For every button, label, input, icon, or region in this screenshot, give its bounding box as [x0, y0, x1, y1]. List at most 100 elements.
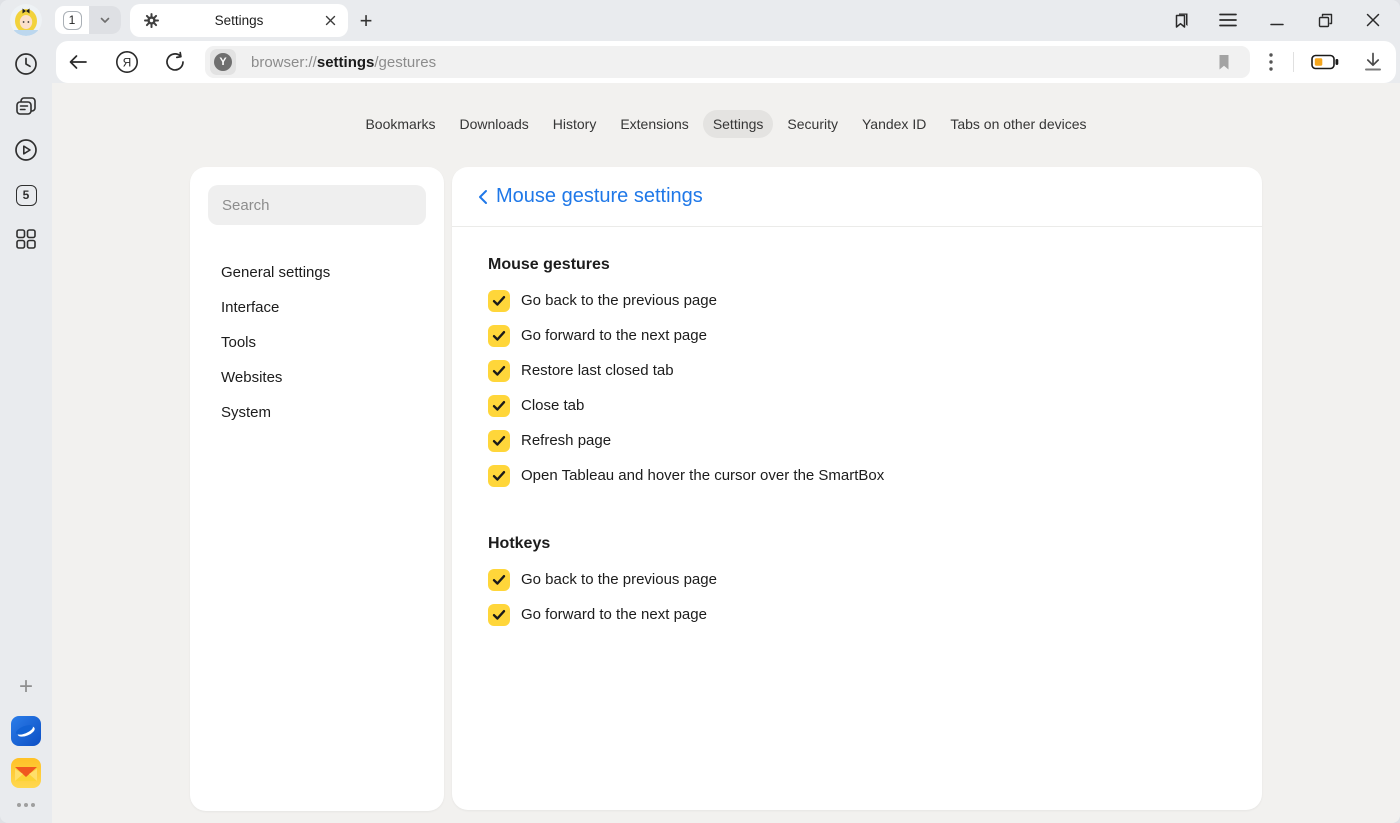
restore-icon: [1318, 13, 1333, 28]
active-tab[interactable]: Settings: [130, 4, 348, 37]
checkbox-label: Close tab: [521, 397, 584, 414]
extensions-kebab-button[interactable]: [1259, 50, 1283, 74]
gesture-settings-body: Mouse gestures Go back to the previous p…: [452, 256, 1262, 632]
close-icon: [1366, 13, 1380, 27]
checkbox-label: Go forward to the next page: [521, 606, 707, 623]
checkbox-label: Go back to the previous page: [521, 292, 717, 309]
open-tabs-count-badge: 5: [16, 185, 37, 206]
back-button[interactable]: [66, 50, 90, 74]
battery-icon: [1311, 54, 1339, 70]
checkbox-label: Go forward to the next page: [521, 327, 707, 344]
gesture-row[interactable]: Go forward to the next page: [488, 318, 1226, 353]
nav-tab-bookmarks[interactable]: Bookmarks: [355, 110, 445, 138]
window-restore-button[interactable]: [1313, 8, 1337, 32]
page-header: Mouse gesture settings: [452, 167, 1262, 227]
checkbox-label: Go back to the previous page: [521, 571, 717, 588]
kebab-icon: [1269, 53, 1273, 71]
nav-tab-extensions[interactable]: Extensions: [610, 110, 698, 138]
settings-search: [208, 185, 426, 225]
services-panel-button[interactable]: [11, 224, 41, 254]
bookmarks-panel-button[interactable]: [1170, 8, 1194, 32]
browser-menu-button[interactable]: [1216, 8, 1240, 32]
download-icon: [1364, 52, 1382, 72]
gear-icon: [143, 12, 160, 29]
mouse-gestures-section: Mouse gestures Go back to the previous p…: [488, 256, 1226, 493]
tab-strip: 1 Settings: [0, 0, 1400, 41]
nav-tab-settings[interactable]: Settings: [703, 110, 774, 138]
gesture-row[interactable]: Restore last closed tab: [488, 353, 1226, 388]
url-text: browser://settings/gestures: [251, 46, 436, 78]
protect-shield-icon: Y: [214, 53, 232, 71]
play-icon: [14, 138, 38, 162]
battery-saver-button[interactable]: [1310, 50, 1340, 74]
tab-group-counter[interactable]: 1: [55, 6, 121, 34]
settings-nav-websites[interactable]: Websites: [221, 360, 444, 395]
tabs-panel-button[interactable]: 5: [11, 180, 41, 210]
nav-tab-yandex-id[interactable]: Yandex ID: [852, 110, 936, 138]
checkbox-checked[interactable]: [488, 569, 510, 591]
browser-window: 1 Settings: [0, 0, 1400, 823]
feed-panel-button[interactable]: [11, 92, 41, 122]
new-tab-button[interactable]: +: [352, 7, 380, 35]
bookmarks-stack-icon: [1172, 10, 1192, 30]
checkbox-label: Refresh page: [521, 432, 611, 449]
back-chevron-icon[interactable]: [474, 188, 492, 206]
checkbox-checked[interactable]: [488, 360, 510, 382]
tab-count-section[interactable]: 1: [55, 6, 89, 34]
bookmark-flag-icon[interactable]: [1214, 52, 1234, 72]
video-panel-button[interactable]: [11, 135, 41, 165]
tab-close-icon[interactable]: [322, 13, 338, 29]
yandex-logo-icon: Я: [115, 50, 139, 74]
checkbox-checked[interactable]: [488, 325, 510, 347]
side-panel: 5 +: [0, 41, 52, 823]
gesture-settings-card: Mouse gesture settings Mouse gestures Go…: [452, 167, 1262, 810]
reload-button[interactable]: [163, 50, 187, 74]
page-title: Mouse gesture settings: [496, 185, 703, 208]
checkbox-checked[interactable]: [488, 604, 510, 626]
reload-icon: [164, 51, 186, 73]
gesture-row[interactable]: Refresh page: [488, 423, 1226, 458]
hotkey-row[interactable]: Go back to the previous page: [488, 562, 1226, 597]
profile-avatar[interactable]: [10, 4, 42, 36]
nav-tab-history[interactable]: History: [543, 110, 607, 138]
tab-list-dropdown[interactable]: [89, 6, 121, 34]
news-cards-icon: [14, 95, 38, 119]
checkbox-checked[interactable]: [488, 430, 510, 452]
nav-tab-other-devices[interactable]: Tabs on other devices: [940, 110, 1096, 138]
more-panel-button[interactable]: [11, 790, 41, 820]
checkbox-checked[interactable]: [488, 465, 510, 487]
site-badge[interactable]: Y: [210, 49, 236, 75]
address-bar[interactable]: Y browser://settings/gestures: [205, 46, 1250, 78]
add-panel-button[interactable]: +: [11, 672, 41, 702]
chevron-down-icon: [99, 14, 111, 26]
window-minimize-button[interactable]: [1265, 8, 1289, 32]
yandex-home-button[interactable]: Я: [115, 50, 139, 74]
gesture-row[interactable]: Open Tableau and hover the cursor over t…: [488, 458, 1226, 493]
minimize-icon: [1270, 13, 1284, 27]
checkbox-label: Open Tableau and hover the cursor over t…: [521, 467, 884, 484]
nav-tab-downloads[interactable]: Downloads: [450, 110, 539, 138]
yandex-disk-shortcut[interactable]: [11, 716, 41, 746]
avatar-image: [10, 4, 42, 36]
gesture-row[interactable]: Close tab: [488, 388, 1226, 423]
gesture-row[interactable]: Go back to the previous page: [488, 283, 1226, 318]
hotkey-row[interactable]: Go forward to the next page: [488, 597, 1226, 632]
settings-top-nav: Bookmarks Downloads History Extensions S…: [190, 110, 1262, 138]
nav-tab-security[interactable]: Security: [777, 110, 848, 138]
browser-toolbar: Я Y browser://settings/gestures: [56, 41, 1396, 83]
settings-nav-interface[interactable]: Interface: [221, 290, 444, 325]
settings-nav-general[interactable]: General settings: [221, 255, 444, 290]
settings-nav-tools[interactable]: Tools: [221, 325, 444, 360]
settings-page: Bookmarks Downloads History Extensions S…: [52, 83, 1400, 823]
checkbox-checked[interactable]: [488, 395, 510, 417]
url-host: settings: [317, 54, 375, 71]
url-scheme: browser://: [251, 54, 317, 71]
history-panel-button[interactable]: [11, 49, 41, 79]
search-input[interactable]: [208, 185, 426, 225]
url-path: /gestures: [374, 54, 436, 71]
checkbox-checked[interactable]: [488, 290, 510, 312]
settings-nav-system[interactable]: System: [221, 395, 444, 430]
yandex-mail-shortcut[interactable]: [11, 758, 41, 788]
downloads-button[interactable]: [1361, 50, 1385, 74]
window-close-button[interactable]: [1361, 8, 1385, 32]
